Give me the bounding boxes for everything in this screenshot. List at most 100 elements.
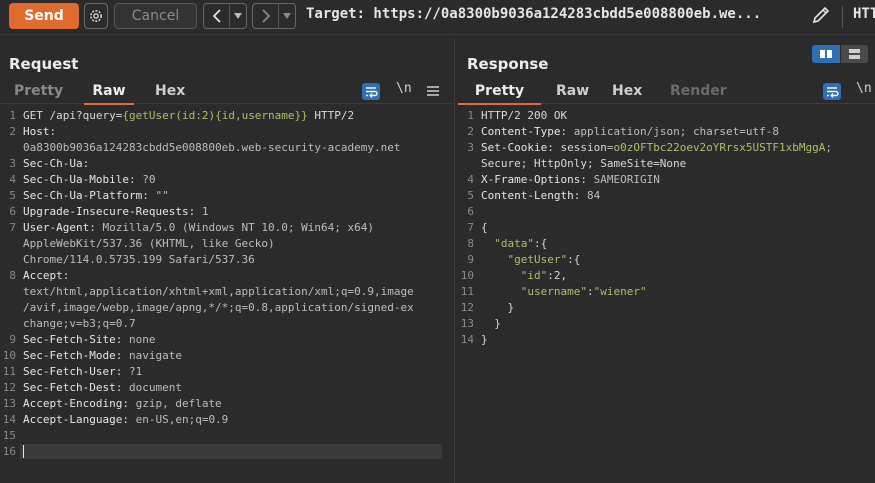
request-menu-button[interactable] <box>426 83 440 97</box>
toolbar: Send Cancel Target: https://0a8300b9036a… <box>0 0 875 35</box>
code-line: Content-Length: 84 <box>481 189 601 202</box>
request-newline-toggle[interactable]: \n <box>396 81 412 96</box>
response-newline-toggle[interactable]: \n <box>856 81 872 96</box>
code-line: X-Frame-Options: SAMEORIGIN <box>481 173 660 186</box>
code-line: } <box>481 301 515 314</box>
current-line-highlight <box>20 444 442 459</box>
response-wrap-toggle[interactable] <box>823 83 841 100</box>
wrap-lines-icon <box>827 87 839 98</box>
code-line: text/html,application/xhtml+xml,applicat… <box>23 285 414 298</box>
code-line: { <box>481 221 488 234</box>
forward-nav <box>252 3 296 29</box>
code-line: GET /api?query={getUser(id:2){id,usernam… <box>23 109 355 122</box>
request-tab-hex[interactable]: Hex <box>155 81 185 103</box>
text-caret <box>23 445 24 458</box>
line-number: 10 <box>460 269 474 282</box>
line-number: 5 <box>9 189 16 202</box>
code-line: Upgrade-Insecure-Requests: 1 <box>23 205 209 218</box>
request-tabs: Pretty Raw Hex <box>0 81 454 105</box>
code-line: Set-Cookie: session=o0zOFTbc22oev2oYRrsx… <box>481 141 833 154</box>
code-line: "getUser":{ <box>507 253 581 266</box>
line-number: 9 <box>467 253 474 266</box>
cancel-button[interactable]: Cancel <box>114 3 197 29</box>
send-button[interactable]: Send <box>9 3 79 29</box>
line-number: 6 <box>467 205 474 218</box>
code-line: Sec-Fetch-Mode: navigate <box>23 349 182 362</box>
response-tab-hex[interactable]: Hex <box>612 81 642 103</box>
code-line: 0a8300b9036a124283cbdd5e008800eb.web-sec… <box>23 141 401 154</box>
toolbar-divider <box>842 6 843 28</box>
code-line: Host: <box>23 125 57 138</box>
edit-target-button[interactable] <box>810 4 832 28</box>
code-line: Accept-Language: en-US,en;q=0.9 <box>23 413 229 426</box>
line-number: 16 <box>2 445 16 458</box>
forward-dropdown[interactable] <box>278 4 295 28</box>
response-tab-render[interactable]: Render <box>670 81 727 103</box>
line-number: 7 <box>9 221 16 234</box>
chevron-left-icon <box>212 9 221 23</box>
code-line: Secure; HttpOnly; SameSite=None <box>481 157 687 170</box>
response-tab-raw[interactable]: Raw <box>556 81 589 103</box>
code-line: } <box>481 317 501 330</box>
code-line: HTTP/2 200 OK <box>481 109 568 122</box>
caret-down-icon <box>234 13 243 19</box>
line-number: 8 <box>467 237 474 250</box>
line-number: 12 <box>460 301 474 314</box>
response-tabs: Pretty Raw Hex Render <box>458 81 875 105</box>
hamburger-icon <box>427 86 439 96</box>
wrap-lines-icon <box>366 87 378 98</box>
line-number: 7 <box>467 221 474 234</box>
layout-toggle <box>812 45 868 63</box>
code-line: "id":2, <box>520 269 568 282</box>
chevron-right-icon <box>262 9 270 23</box>
request-wrap-toggle[interactable] <box>362 83 380 100</box>
pencil-icon <box>812 6 830 24</box>
gear-icon <box>90 10 102 22</box>
response-title: Response <box>467 55 549 73</box>
code-line: /avif,image/webp,image/apng,*/*;q=0.8,ap… <box>23 301 414 314</box>
line-number: 15 <box>2 429 16 442</box>
line-number: 2 <box>467 125 474 138</box>
http-overflow-label: HTT <box>853 6 875 22</box>
request-tab-pretty[interactable]: Pretty <box>14 81 63 103</box>
line-number: 2 <box>9 125 16 138</box>
rows-icon <box>849 49 860 59</box>
request-pane: Request Pretty Raw Hex \n 1 GET /api?quer… <box>0 39 455 483</box>
side-by-side-layout-button[interactable] <box>812 45 840 63</box>
line-number: 14 <box>460 333 474 346</box>
response-pane: Response Pretty Raw Hex Render \n 1 HTTP/… <box>458 39 875 483</box>
back-dropdown[interactable] <box>229 4 246 28</box>
line-number: 10 <box>2 349 16 362</box>
request-title: Request <box>9 55 79 73</box>
request-tab-raw[interactable]: Raw <box>84 81 134 105</box>
target-url: Target: https://0a8300b9036a124283cbdd5e… <box>306 6 762 22</box>
line-number: 4 <box>467 173 474 186</box>
settings-button[interactable] <box>84 3 108 29</box>
code-line: Sec-Ch-Ua-Platform: "" <box>23 189 169 202</box>
code-line: User-Agent: Mozilla/5.0 (Windows NT 10.0… <box>23 221 375 234</box>
code-line: Chrome/114.0.5735.199 Safari/537.36 <box>23 253 255 266</box>
response-tab-pretty[interactable]: Pretty <box>458 81 541 105</box>
code-line: Sec-Fetch-User: ?1 <box>23 365 143 378</box>
line-number: 14 <box>2 413 16 426</box>
back-nav <box>203 3 247 29</box>
back-button[interactable] <box>204 4 229 28</box>
code-line: change;v=b3;q=0.7 <box>23 317 136 330</box>
line-number: 9 <box>9 333 16 346</box>
code-line: Sec-Ch-Ua-Mobile: ?0 <box>23 173 156 186</box>
line-number: 5 <box>467 189 474 202</box>
code-line: Sec-Fetch-Dest: document <box>23 381 182 394</box>
line-number: 3 <box>9 157 16 170</box>
columns-icon <box>820 50 832 58</box>
code-line: Content-Type: application/json; charset=… <box>481 125 780 138</box>
line-number: 3 <box>467 141 474 154</box>
line-number: 1 <box>9 109 16 122</box>
forward-button[interactable] <box>253 4 278 28</box>
caret-down-icon <box>283 13 292 19</box>
stacked-layout-button[interactable] <box>841 45 868 63</box>
code-line: Accept-Encoding: gzip, deflate <box>23 397 222 410</box>
code-line: Sec-Fetch-Site: none <box>23 333 156 346</box>
line-number: 11 <box>2 365 16 378</box>
line-number: 13 <box>2 397 16 410</box>
code-line: Accept: <box>23 269 70 282</box>
